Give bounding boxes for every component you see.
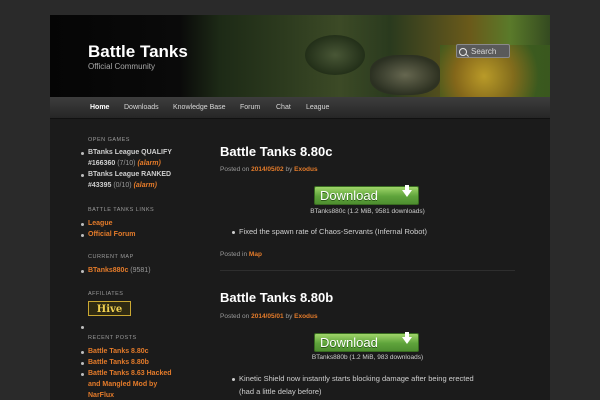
list-bullet [81,326,84,329]
site-header: Battle Tanks Official Community [50,15,550,97]
list-bullet [81,223,84,226]
page: Battle Tanks Official Community Home Dow… [50,15,550,400]
post-meta: Posted on 2014/05/02 by Exodus [220,166,318,173]
widget-title-affiliates: AFFILIATES [88,291,124,297]
category-link[interactable]: Map [249,251,262,258]
download-caption: BTanks880b (1.2 MiB, 983 downloads) [311,354,424,361]
widget-title-open-games: OPEN GAMES [88,137,130,143]
post-title[interactable]: Battle Tanks 8.80c [220,144,332,159]
link-league[interactable]: League [88,218,113,229]
download-label: Download [320,188,378,203]
header-banner-image [305,35,365,75]
post-author-link[interactable]: Exodus [294,166,317,173]
nav-item-downloads[interactable]: Downloads [124,97,159,118]
post-change-item: Fixed the spawn rate of Chaos-Servants (… [239,227,428,236]
widget-title-current-map: CURRENT MAP [88,254,134,260]
open-game-title[interactable]: BTanks League RANKED [88,169,171,180]
list-bullet [81,351,84,354]
post-change-item-continued: (had a little delay before) [239,387,322,396]
link-official-forum[interactable]: Official Forum [88,229,135,240]
post-change-item: Kinetic Shield now instantly starts bloc… [239,374,474,383]
list-bullet [81,234,84,237]
list-bullet [81,270,84,273]
open-game-details[interactable]: #43395 (0/10) (alarm) [88,180,157,191]
widget-title-recent-posts: RECENT POSTS [88,335,137,341]
recent-post-link[interactable]: Battle Tanks 8.63 Hacked [88,368,172,379]
list-bullet [81,373,84,376]
download-arrow-icon [402,185,412,197]
nav-item-forum[interactable]: Forum [240,97,260,118]
download-button[interactable]: Download [314,332,419,352]
post-category: Posted in Map [220,251,262,258]
post-date-link[interactable]: 2014/05/01 [251,313,284,320]
header-banner-image [370,55,440,95]
nav-item-league[interactable]: League [306,97,329,118]
post-author-link[interactable]: Exodus [294,313,317,320]
nav-item-chat[interactable]: Chat [276,97,291,118]
list-bullet [232,231,235,234]
list-bullet [81,152,84,155]
hive-logo[interactable]: Hive [88,301,131,316]
post-meta: Posted on 2014/05/01 by Exodus [220,313,318,320]
current-map-entry[interactable]: BTanks880c (9581) [88,265,151,276]
list-bullet [81,174,84,177]
site-title[interactable]: Battle Tanks [88,42,188,62]
site-description: Official Community [88,62,155,71]
open-game-details[interactable]: #166360 (7/10) (alarm) [88,158,161,169]
open-game-title[interactable]: BTanks League QUALIFY [88,147,172,158]
recent-post-link[interactable]: Battle Tanks 8.80b [88,357,149,368]
main-nav: Home Downloads Knowledge Base Forum Chat… [50,97,550,119]
recent-post-link[interactable]: Battle Tanks 8.80c [88,346,149,357]
download-label: Download [320,335,378,350]
download-caption: BTanks880c (1.2 MiB, 9581 downloads) [310,208,425,215]
list-bullet [81,362,84,365]
nav-item-knowledge-base[interactable]: Knowledge Base [173,97,226,118]
search-icon [459,48,467,56]
nav-item-home[interactable]: Home [90,97,109,118]
download-arrow-icon [402,332,412,344]
recent-post-link[interactable]: and Mangled Mod by [88,379,157,390]
download-button[interactable]: Download [314,185,419,205]
post-divider [220,270,515,271]
recent-post-link[interactable]: NarFlux [88,390,114,400]
post-title[interactable]: Battle Tanks 8.80b [220,290,333,305]
widget-title-links: BATTLE TANKS LINKS [88,207,155,213]
list-bullet [232,378,235,381]
post-date-link[interactable]: 2014/05/02 [251,166,284,173]
